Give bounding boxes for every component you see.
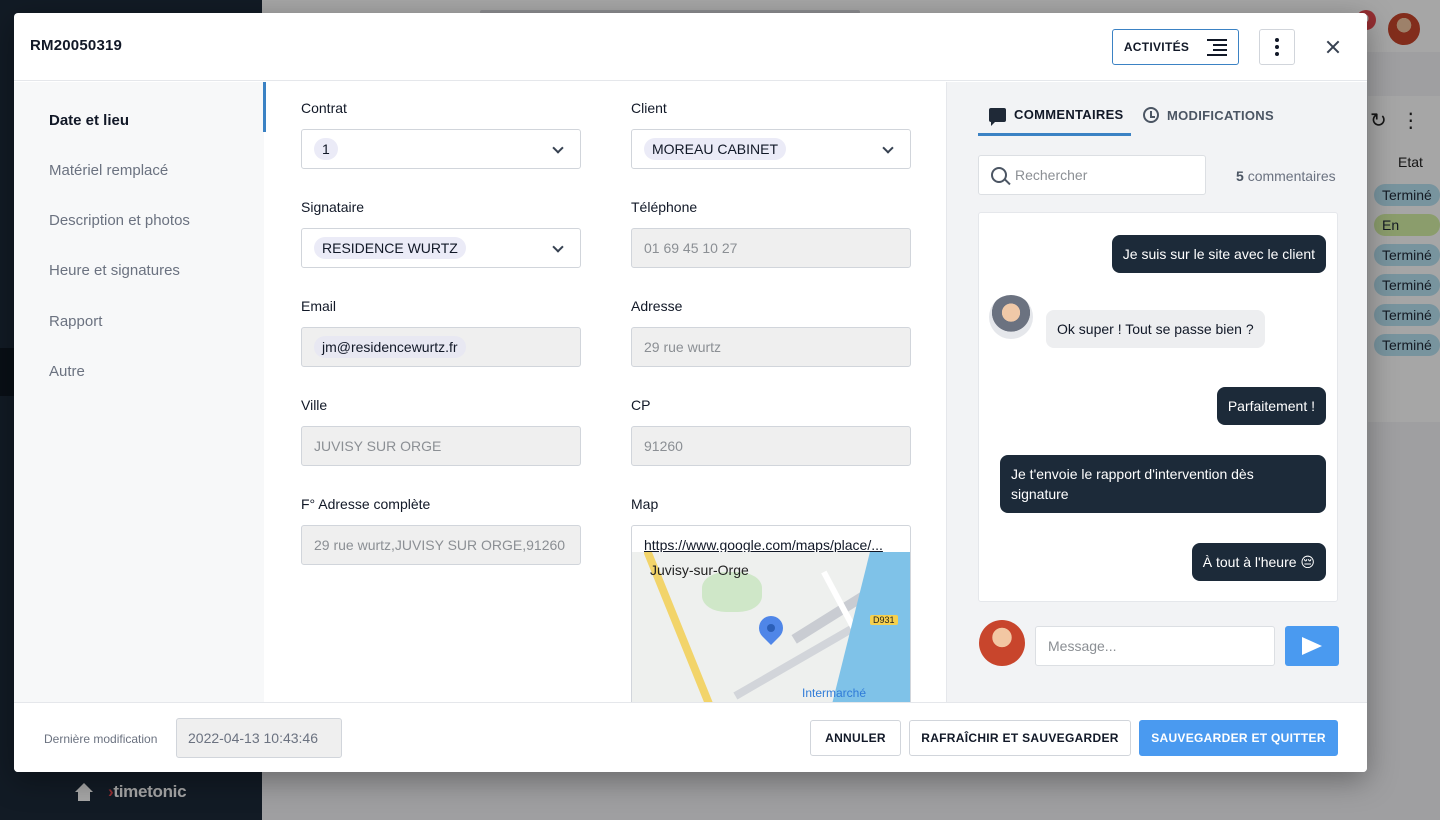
adresse-complete-label: F° Adresse complète [301, 496, 431, 512]
search-icon [991, 167, 1007, 183]
send-icon [1302, 637, 1322, 655]
client-select[interactable]: MOREAU CABINET [631, 129, 911, 169]
contrat-select[interactable]: 1 [301, 129, 581, 169]
chevron-down-icon [552, 142, 564, 154]
adresse-label: Adresse [631, 298, 683, 314]
history-icon [1143, 107, 1159, 123]
close-button[interactable] [1321, 35, 1345, 59]
contrat-label: Contrat [301, 100, 347, 116]
client-value-chip: MOREAU CABINET [644, 138, 787, 160]
signataire-label: Signataire [301, 199, 365, 215]
intervention-modal: RM20050319 ACTIVITÉS Date et lieu Matéri… [14, 13, 1367, 772]
send-button[interactable] [1285, 626, 1339, 666]
comment-bubble-incoming: Ok super ! Tout se passe bien ? [1046, 310, 1265, 348]
adresse-field: 29 rue wurtz [631, 327, 911, 367]
map-url-link[interactable]: https://www.google.com/maps/place/... [644, 537, 883, 553]
activities-button[interactable]: ACTIVITÉS [1112, 29, 1239, 65]
nav-item-materiel-remplace[interactable]: Matériel remplacé [49, 162, 168, 179]
nav-item-autre[interactable]: Autre [49, 363, 85, 380]
ville-field: JUVISY SUR ORGE [301, 426, 581, 466]
signataire-value-chip: RESIDENCE WURTZ [314, 237, 466, 259]
comment-bubble-outgoing: À tout à l'heure 😔 [1191, 543, 1326, 581]
map-poi-label: Intermarché [802, 686, 867, 700]
comment-bubble-outgoing: Je t'envoie le rapport d'intervention dè… [1000, 455, 1326, 513]
cancel-button[interactable]: ANNULER [810, 720, 901, 756]
modal-header: RM20050319 ACTIVITÉS [14, 13, 1367, 81]
more-options-button[interactable] [1259, 29, 1295, 65]
telephone-field: 01 69 45 10 27 [631, 228, 911, 268]
intervention-form: Contrat 1 Client MOREAU CABINET Signatai… [266, 82, 946, 702]
comments-thread[interactable]: Je suis sur le site avec le client Ok su… [978, 212, 1338, 602]
nav-item-date-et-lieu[interactable]: Date et lieu [49, 112, 129, 129]
current-user-avatar [979, 620, 1025, 666]
map-label: Map [631, 496, 659, 512]
comments-panel: COMMENTAIRES MODIFICATIONS 5 commentaire… [946, 82, 1367, 702]
comments-search-input[interactable] [1015, 167, 1195, 183]
map-road-tag: D931 [870, 615, 898, 625]
contrat-value-chip: 1 [314, 138, 338, 160]
chevron-down-icon [552, 241, 564, 253]
client-label: Client [631, 100, 667, 116]
message-input[interactable] [1035, 626, 1275, 666]
telephone-label: Téléphone [631, 199, 698, 215]
ville-label: Ville [301, 397, 328, 413]
comments-search[interactable] [978, 155, 1206, 195]
cp-label: CP [631, 397, 651, 413]
refresh-save-button[interactable]: RAFRAÎCHIR ET SAUVEGARDER [909, 720, 1131, 756]
comment-bubble-outgoing: Je suis sur le site avec le client [1111, 235, 1326, 273]
email-value-chip[interactable]: jm@residencewurtz.fr [314, 336, 466, 358]
comment-icon [989, 107, 1006, 126]
email-label: Email [301, 298, 337, 314]
close-icon [1321, 35, 1345, 59]
map-preview[interactable]: Juvisy-sur-Orge D931 Intermarché [631, 552, 911, 702]
last-modified-label: Dernière modification [44, 732, 158, 746]
comment-bubble-outgoing: Parfaitement ! [1216, 387, 1326, 425]
chevron-down-icon [882, 142, 894, 154]
modal-footer: Dernière modification 2022-04-13 10:43:4… [14, 702, 1367, 772]
comments-count: 5 commentaires [1236, 168, 1336, 184]
save-quit-button[interactable]: SAUVEGARDER ET QUITTER [1139, 720, 1338, 756]
section-nav: Date et lieu Matériel remplacé Descripti… [14, 82, 266, 702]
cp-field: 91260 [631, 426, 911, 466]
map-pin-icon [754, 611, 788, 645]
email-field: jm@residencewurtz.fr [301, 327, 581, 367]
nav-item-heure-et-signatures[interactable]: Heure et signatures [49, 262, 180, 279]
tab-modifications[interactable]: MODIFICATIONS [1143, 107, 1274, 123]
tab-commentaires[interactable]: COMMENTAIRES [989, 107, 1124, 126]
last-modified-value: 2022-04-13 10:43:46 [176, 718, 342, 758]
more-vertical-icon [1275, 38, 1279, 56]
adresse-complete-field: 29 rue wurtz,JUVISY SUR ORGE,91260 [301, 525, 581, 565]
commenter-avatar [989, 295, 1033, 339]
map-town-label: Juvisy-sur-Orge [650, 562, 749, 578]
modal-title: RM20050319 [30, 37, 123, 54]
nav-item-description-et-photos[interactable]: Description et photos [49, 212, 190, 229]
active-tab-underline [978, 133, 1131, 136]
activity-list-icon [1207, 39, 1228, 56]
signataire-select[interactable]: RESIDENCE WURTZ [301, 228, 581, 268]
nav-item-rapport[interactable]: Rapport [49, 313, 102, 330]
